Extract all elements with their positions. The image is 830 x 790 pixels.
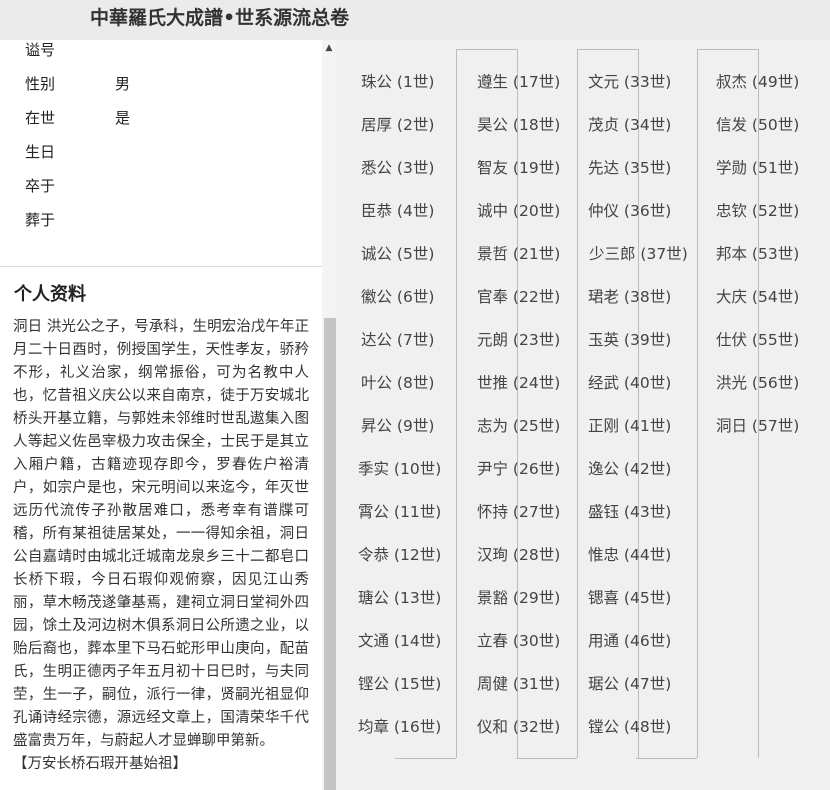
connector-line bbox=[577, 49, 578, 758]
generation-link[interactable]: 玉英 (39世) bbox=[588, 329, 671, 351]
generation-link[interactable]: 惟忠 (44世) bbox=[588, 544, 671, 566]
lineage-panel: 珠公 (1世) 居厚 (2世) 悉公 (3世) 臣恭 (4世) 诚公 (5世) 徽公 (6… bbox=[336, 40, 830, 790]
scrollbar-thumb[interactable] bbox=[324, 318, 336, 790]
generation-link[interactable]: 立春 (30世) bbox=[477, 630, 560, 652]
generation-link[interactable]: 洪光 (56世) bbox=[716, 372, 799, 394]
generation-link[interactable]: 珺老 (38世) bbox=[588, 286, 671, 308]
generation-link[interactable]: 令恭 (12世) bbox=[358, 544, 441, 566]
connector-line bbox=[456, 49, 518, 50]
info-value: 是 bbox=[115, 109, 131, 127]
generation-link[interactable]: 昇公 (9世) bbox=[361, 415, 434, 437]
info-label: 卒于 bbox=[25, 177, 56, 195]
generation-link[interactable]: 文通 (14世) bbox=[358, 630, 441, 652]
generation-link[interactable]: 瑭公 (13世) bbox=[358, 587, 441, 609]
connector-line bbox=[516, 758, 577, 759]
generation-link[interactable]: 先达 (35世) bbox=[588, 157, 671, 179]
generation-link[interactable]: 文元 (33世) bbox=[588, 71, 671, 93]
scroll-up-arrow-icon[interactable]: ▲ bbox=[323, 42, 335, 54]
info-label: 谥号 bbox=[25, 41, 56, 59]
generation-link[interactable]: 志为 (25世) bbox=[477, 415, 560, 437]
page-title: 中華羅氏大成譜•世系源流总卷 bbox=[90, 7, 350, 29]
generation-link[interactable]: 诚中 (20世) bbox=[477, 200, 560, 222]
generation-link[interactable]: 珠公 (1世) bbox=[361, 71, 434, 93]
generation-link[interactable]: 盛钰 (43世) bbox=[588, 501, 671, 523]
info-row: 卒于 bbox=[25, 176, 115, 196]
generation-link[interactable]: 官奉 (22世) bbox=[477, 286, 560, 308]
generation-link[interactable]: 洞日 (57世) bbox=[716, 415, 799, 437]
generation-link[interactable]: 悉公 (3世) bbox=[361, 157, 434, 179]
generation-link[interactable]: 汉珣 (28世) bbox=[477, 544, 560, 566]
generation-link[interactable]: 智友 (19世) bbox=[477, 157, 560, 179]
generation-link[interactable]: 元朗 (23世) bbox=[477, 329, 560, 351]
generation-link[interactable]: 大庆 (54世) bbox=[716, 286, 799, 308]
generation-link[interactable]: 铿公 (15世) bbox=[358, 673, 441, 695]
connector-line bbox=[456, 49, 457, 758]
generation-link[interactable]: 景哲 (21世) bbox=[477, 243, 560, 265]
generation-link[interactable]: 少三郎 (37世) bbox=[589, 243, 688, 265]
info-row: 谥号 bbox=[25, 40, 115, 60]
connector-line bbox=[636, 758, 697, 759]
connector-line bbox=[697, 49, 698, 758]
generation-link[interactable]: 景豁 (29世) bbox=[477, 587, 560, 609]
generation-link[interactable]: 叔杰 (49世) bbox=[716, 71, 799, 93]
generation-link[interactable]: 均章 (16世) bbox=[358, 716, 441, 738]
generation-link[interactable]: 诚公 (5世) bbox=[361, 243, 434, 265]
generation-link[interactable]: 世推 (24世) bbox=[477, 372, 560, 394]
section-title: 个人资料 bbox=[14, 284, 86, 305]
person-panel: 谥号性别 男在世 是生日卒于葬于 个人资料 洞日 洪光公之子，号承科，生明宏治戊午年… bbox=[0, 40, 322, 790]
connector-line bbox=[577, 49, 639, 50]
generation-link[interactable]: 达公 (7世) bbox=[361, 329, 434, 351]
generation-link[interactable]: 忠钦 (52世) bbox=[716, 200, 799, 222]
generation-link[interactable]: 经武 (40世) bbox=[588, 372, 671, 394]
generation-link[interactable]: 昊公 (18世) bbox=[477, 114, 560, 136]
generation-link[interactable]: 叶公 (8世) bbox=[361, 372, 434, 394]
generation-link[interactable]: 仲仪 (36世) bbox=[588, 200, 671, 222]
generation-link[interactable]: 茂贞 (34世) bbox=[588, 114, 671, 136]
generation-link[interactable]: 仕伏 (55世) bbox=[716, 329, 799, 351]
info-label: 在世 bbox=[25, 109, 56, 127]
generation-link[interactable]: 徽公 (6世) bbox=[361, 286, 434, 308]
info-row: 葬于 bbox=[25, 210, 115, 230]
info-value: 男 bbox=[115, 75, 131, 93]
generation-link[interactable]: 琚公 (47世) bbox=[588, 673, 671, 695]
connector-line bbox=[697, 49, 759, 50]
generation-link[interactable]: 正刚 (41世) bbox=[588, 415, 671, 437]
info-label: 葬于 bbox=[25, 211, 56, 229]
connector-line bbox=[395, 758, 456, 759]
connector-line bbox=[758, 49, 759, 758]
generation-link[interactable]: 霄公 (11世) bbox=[358, 501, 441, 523]
generation-link[interactable]: 用通 (46世) bbox=[588, 630, 671, 652]
generation-link[interactable]: 居厚 (2世) bbox=[361, 114, 434, 136]
info-row: 生日 bbox=[25, 142, 115, 162]
info-label: 生日 bbox=[25, 143, 56, 161]
generation-link[interactable]: 逸公 (42世) bbox=[588, 458, 671, 480]
app-header: 中華羅氏大成譜•世系源流总卷 bbox=[0, 0, 830, 40]
generation-link[interactable]: 学勋 (51世) bbox=[716, 157, 799, 179]
biography: 洞日 洪光公之子，号承科，生明宏治戊午年正月二十日酉时，例授国学生，天性孝友，骄… bbox=[13, 316, 309, 776]
biography-note: 【万安长桥石瑕开基始祖】 bbox=[13, 756, 187, 772]
generation-link[interactable]: 邦本 (53世) bbox=[716, 243, 799, 265]
generation-link[interactable]: 仪和 (32世) bbox=[477, 716, 560, 738]
info-label: 性别 bbox=[25, 75, 56, 93]
generation-link[interactable]: 怀持 (27世) bbox=[477, 501, 560, 523]
info-row: 性别 男 bbox=[25, 74, 130, 94]
generation-link[interactable]: 周健 (31世) bbox=[477, 673, 560, 695]
info-row: 在世 是 bbox=[25, 108, 130, 128]
biography-text: 洞日 洪光公之子，号承科，生明宏治戊午年正月二十日酉时，例授国学生，天性孝友，骄… bbox=[13, 319, 309, 749]
generation-link[interactable]: 信发 (50世) bbox=[716, 114, 799, 136]
generation-link[interactable]: 锶喜 (45世) bbox=[588, 587, 671, 609]
generation-link[interactable]: 臣恭 (4世) bbox=[361, 200, 434, 222]
generation-link[interactable]: 季实 (10世) bbox=[358, 458, 441, 480]
generation-link[interactable]: 遵生 (17世) bbox=[477, 71, 560, 93]
generation-link[interactable]: 尹宁 (26世) bbox=[477, 458, 560, 480]
generation-link[interactable]: 镗公 (48世) bbox=[588, 716, 671, 738]
divider bbox=[0, 266, 322, 267]
